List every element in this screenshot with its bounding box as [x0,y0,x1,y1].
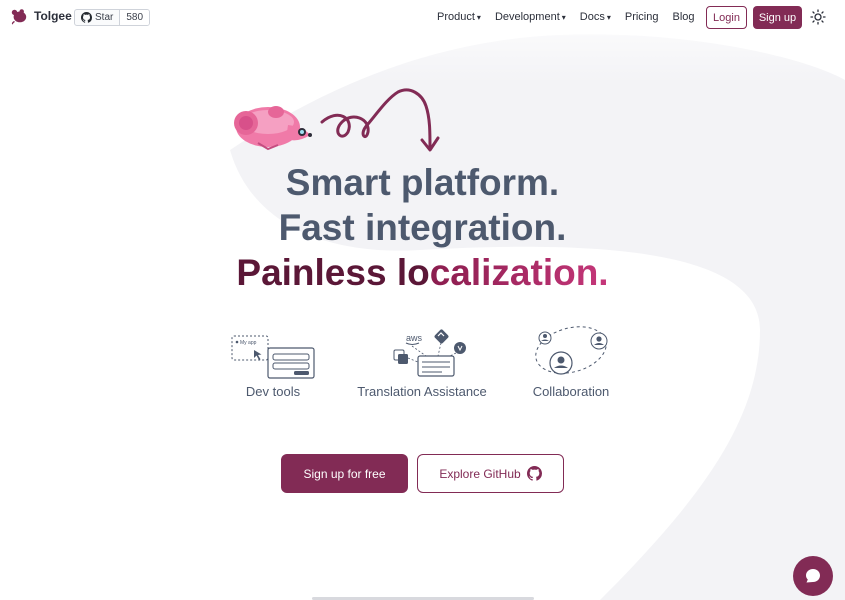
nav-blog[interactable]: Blog [672,11,694,23]
top-navbar: Tolgee Star 580 Product ▾ Development ▾ Do… [0,0,845,36]
hero-headline-line3-dark: Painless lo [236,252,430,293]
github-star-label: Star [95,12,114,23]
nav-development[interactable]: Development ▾ [495,11,566,23]
chat-widget-button[interactable] [793,556,833,596]
nav-product[interactable]: Product ▾ [437,11,481,23]
translation-assistance-icon: aws [393,329,466,377]
sun-icon[interactable] [810,9,826,25]
feature-translation-assistance-label: Translation Assistance [357,384,487,399]
hero-headline-line3: Painless localization. [0,250,845,295]
signup-free-label: Sign up for free [303,466,386,481]
signup-button[interactable]: Sign up [753,6,802,29]
nav-blog-label: Blog [672,11,695,23]
chevron-down-icon: ▾ [476,12,481,22]
hero-headline-line2: Fast integration. [278,207,567,248]
nav-product-label: Product [437,11,475,23]
nav-pricing-label: Pricing [624,11,659,23]
nav-development-label: Development [494,11,560,23]
dev-tools-app-label: My app [240,340,257,346]
chevron-down-icon: ▾ [606,12,611,22]
tolgee-logo-icon [11,9,27,25]
feature-dev-tools: My app Dev tools [228,322,318,399]
github-icon [526,466,542,481]
nav-pricing[interactable]: Pricing [625,11,659,23]
aws-label: aws [406,333,423,343]
nav-docs-label: Docs [579,11,605,23]
curly-arrow-illustration [320,88,440,152]
brand-logo[interactable]: Tolgee [10,7,72,25]
hero-headline-line3-accent: calization. [429,252,609,293]
explore-github-label: Explore GitHub [439,466,521,481]
nav-links: Product ▾ Development ▾ Docs ▾ Pricing Blog [437,0,695,34]
nav-docs[interactable]: Docs ▾ [580,11,611,23]
chat-bubble-icon [806,569,820,583]
explore-github-button[interactable]: Explore GitHub [417,454,564,493]
feature-translation-assistance: aws Translation Assistance [357,322,487,399]
mascot-mouse-illustration [234,106,312,151]
github-icon [81,12,92,23]
brand-name: Tolgee [34,9,72,23]
signup-free-button[interactable]: Sign up for free [281,454,408,493]
chevron-down-icon: ▾ [561,12,566,22]
dev-tools-icon: My app [231,335,315,379]
github-star-button[interactable]: Star [75,10,121,25]
collaboration-icon [535,326,608,375]
login-button[interactable]: Login [706,6,747,29]
github-star-widget[interactable]: Star 580 [74,9,151,26]
feature-collaboration-label: Collaboration [532,384,610,399]
github-star-count[interactable]: 580 [120,10,150,25]
hero-headline-line1: Smart platform. [285,162,560,203]
feature-dev-tools-label: Dev tools [245,384,301,399]
feature-collaboration: Collaboration [528,322,614,399]
